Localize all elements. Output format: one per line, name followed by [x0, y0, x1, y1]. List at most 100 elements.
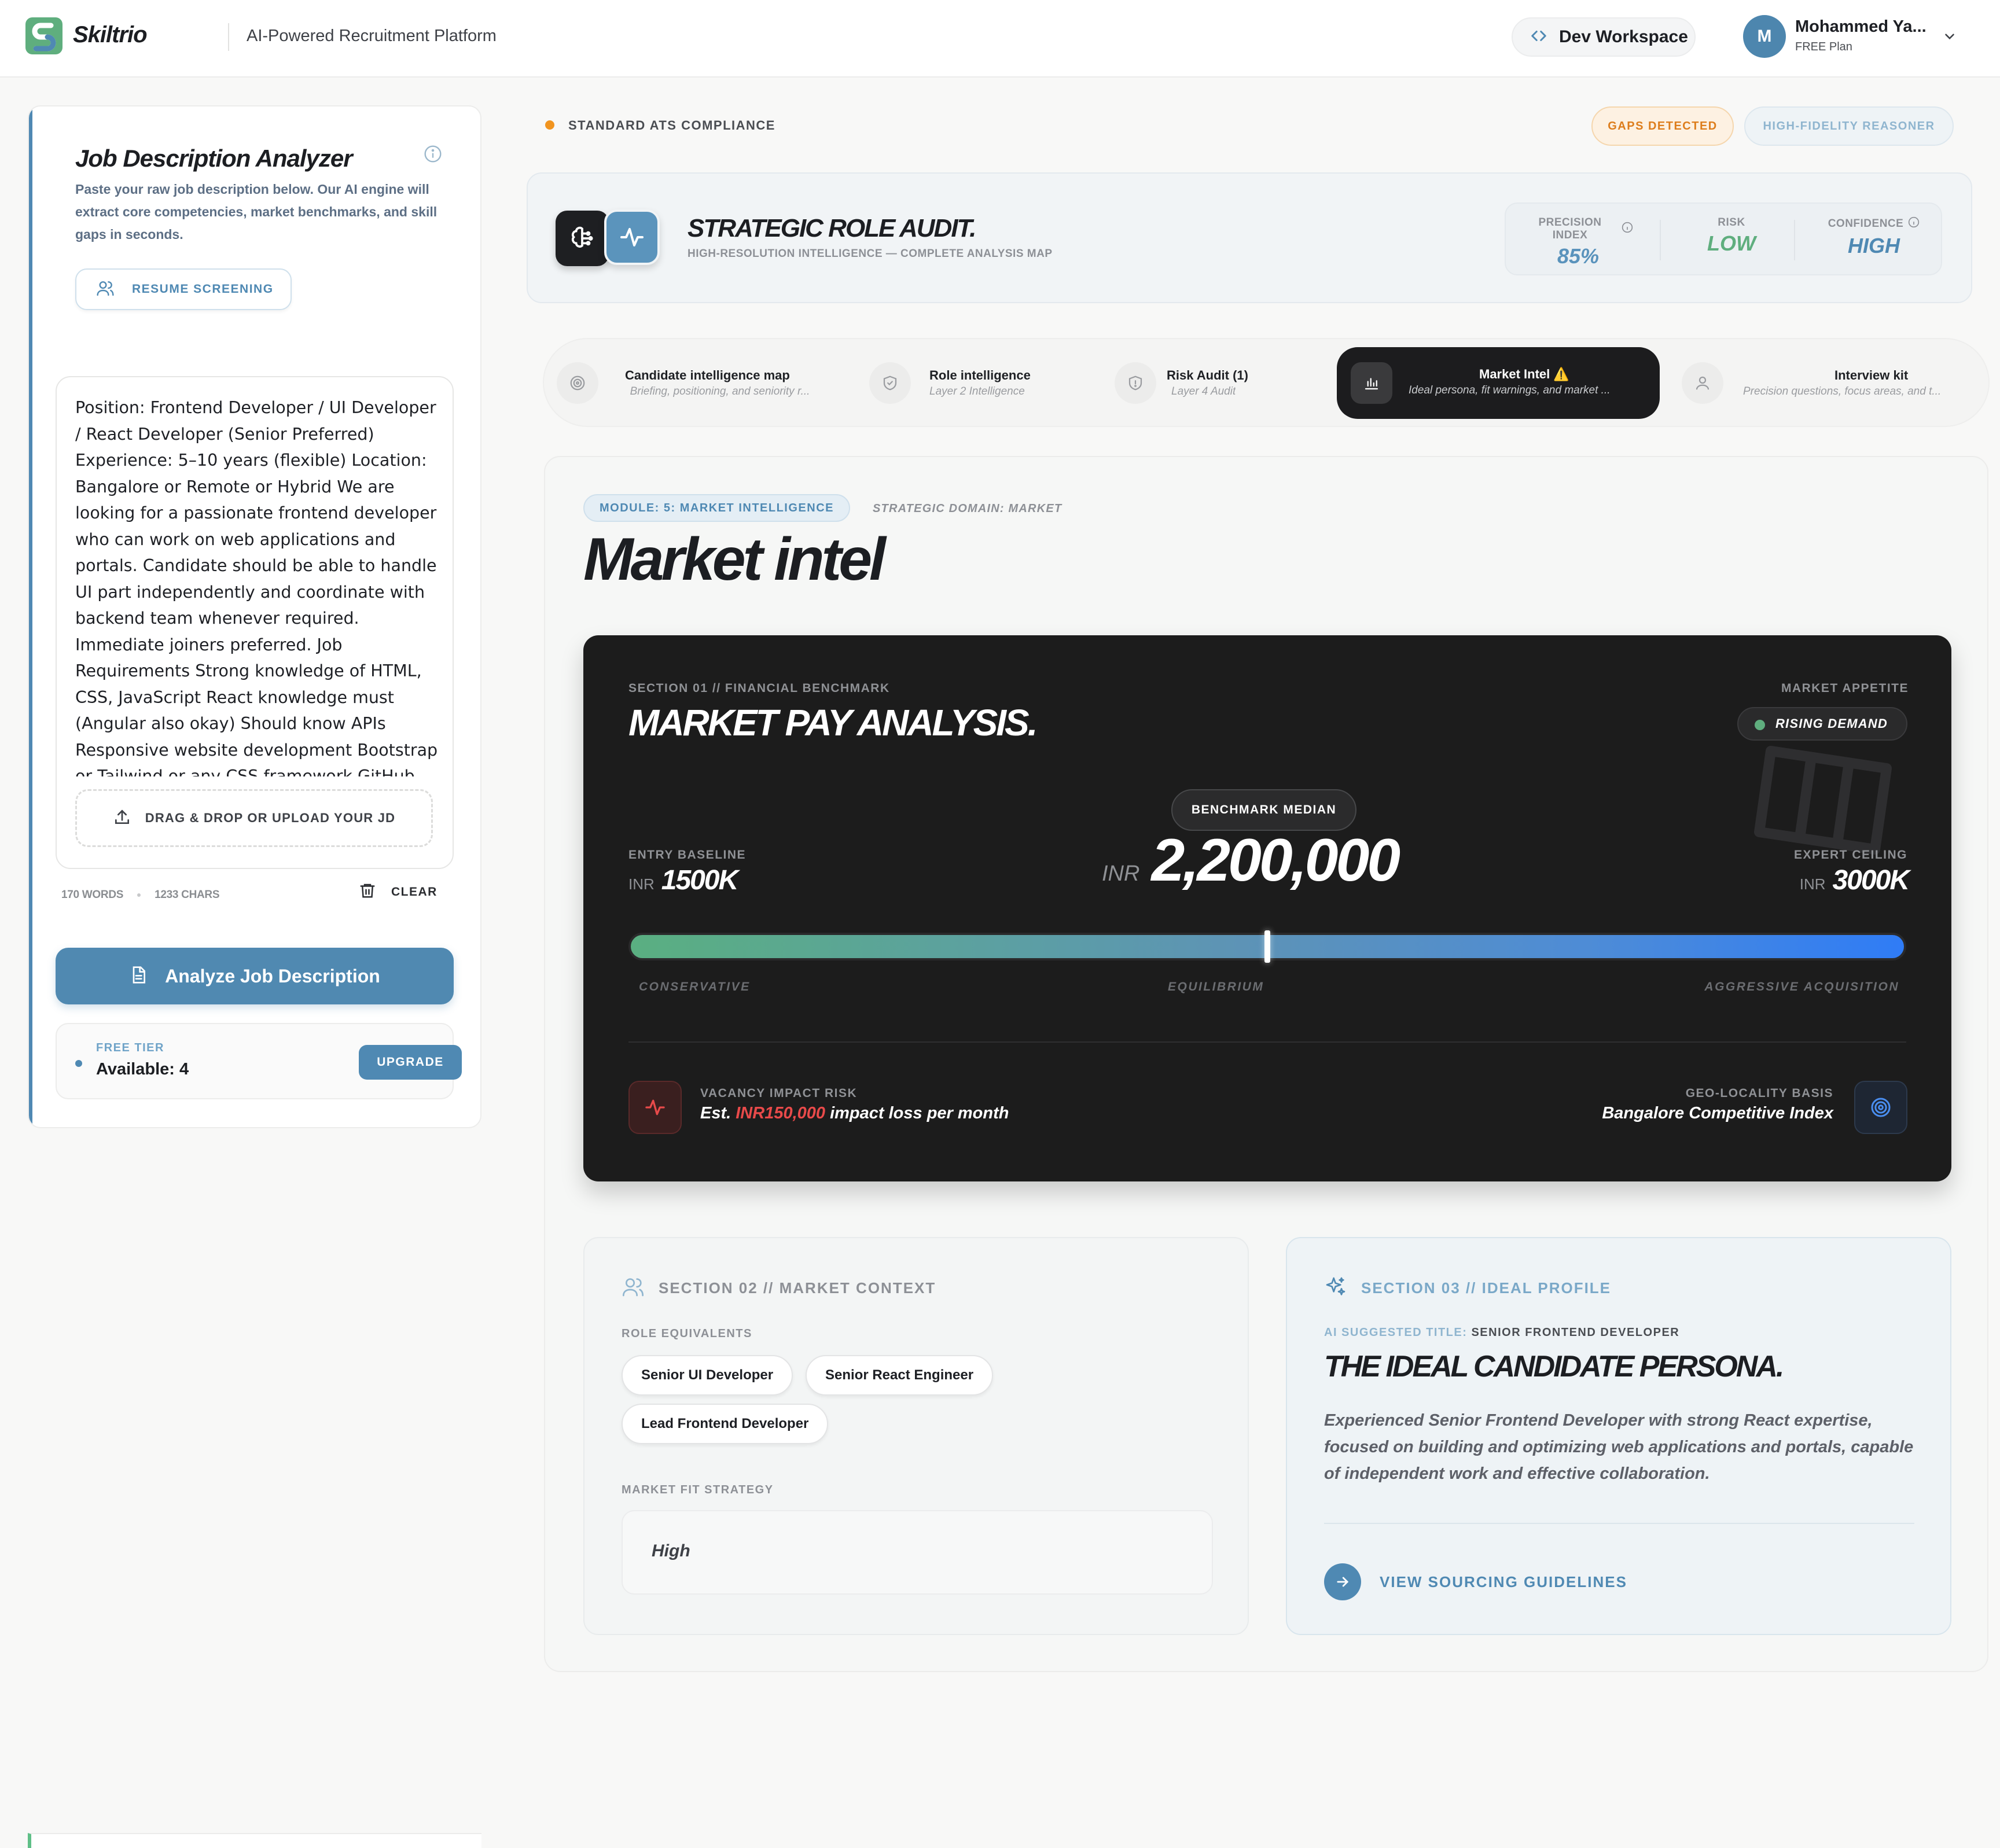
tab-role-intelligence[interactable]: Role intelligence Layer 2 Intelligence	[869, 347, 1078, 419]
market-pay-card: SECTION 01 // FINANCIAL BENCHMARK MARKET…	[583, 635, 1951, 1181]
info-icon[interactable]	[1908, 216, 1920, 231]
tab-interview-kit[interactable]: Interview kit Precision questions, focus…	[1678, 347, 1979, 419]
precision-label: PRECISION INDEX	[1538, 216, 1602, 241]
tab-subtitle: Layer 2 Intelligence	[929, 385, 1025, 397]
code-icon	[1530, 27, 1547, 47]
risk-value: LOW	[1707, 231, 1756, 255]
tier-label: FREE TIER	[96, 1041, 164, 1054]
brand-tagline: AI-Powered Recruitment Platform	[247, 27, 497, 45]
reasoner-badge: HIGH-FIDELITY REASONER	[1744, 106, 1954, 146]
median-marker	[1264, 930, 1270, 963]
tab-title: Role intelligence	[929, 368, 1031, 382]
analyzer-description: Paste your raw job description below. Ou…	[75, 182, 438, 242]
geo-value: Bangalore Competitive Index	[1602, 1104, 1833, 1122]
market-context-heading: SECTION 02 // MARKET CONTEXT	[622, 1275, 936, 1301]
geo-label: GEO-LOCALITY BASIS	[1685, 1087, 1833, 1100]
resume-screening-button[interactable]: RESUME SCREENING	[75, 268, 292, 310]
appetite-label: MARKET APPETITE	[1781, 682, 1909, 695]
jd-stats: 170 WORDS 1233 CHARS	[61, 889, 220, 901]
tier-status-dot	[75, 1060, 82, 1067]
currency-label: INR	[1102, 862, 1140, 886]
ideal-profile-card: SECTION 03 // IDEAL PROFILE AI SUGGESTED…	[1286, 1237, 1951, 1635]
scale-label-conservative: CONSERVATIVE	[639, 980, 751, 993]
module-tabs: Candidate intelligence map Briefing, pos…	[543, 338, 1990, 427]
tab-title: Risk Audit (1)	[1167, 368, 1248, 382]
scale-label-aggressive: AGGRESSIVE ACQUISITION	[1704, 980, 1899, 993]
resume-screening-label: RESUME SCREENING	[132, 282, 274, 296]
info-icon[interactable]	[1622, 222, 1633, 237]
fit-strategy-label: MARKET FIT STRATEGY	[622, 1483, 774, 1496]
arrow-right-icon	[1324, 1563, 1361, 1600]
jd-textarea[interactable]: Position: Frontend Developer / UI Develo…	[75, 395, 440, 776]
workspace-label: Dev Workspace	[1559, 27, 1688, 46]
median-value: 2,200,000	[1151, 827, 1400, 894]
section-heading: SECTION 03 // IDEAL PROFILE	[1361, 1279, 1612, 1297]
median-value-group: INR 2,200,000	[1102, 826, 1400, 895]
secondary-panel-stub	[28, 1833, 481, 1848]
workspace-button[interactable]: Dev Workspace	[1512, 17, 1696, 57]
upload-label: DRAG & DROP OR UPLOAD YOUR JD	[145, 811, 396, 825]
tab-subtitle: Precision questions, focus areas, and t.…	[1743, 385, 1942, 397]
role-chip[interactable]: Lead Frontend Developer	[622, 1404, 829, 1444]
currency-label: INR	[1799, 875, 1826, 893]
user-avatar[interactable]: M	[1743, 15, 1786, 58]
tab-subtitle: Ideal persona, fit warnings, and market …	[1409, 384, 1611, 396]
info-icon[interactable]	[424, 145, 442, 166]
compliance-status-dot	[545, 120, 554, 130]
audit-metrics: PRECISION INDEX 85% RISK LOW CONFIDENCE …	[1505, 203, 1942, 275]
shield-check-icon	[869, 362, 911, 404]
pay-title: MARKET PAY ANALYSIS.	[628, 702, 1038, 743]
fit-strategy-value: High	[652, 1541, 690, 1560]
domain-tag: STRATEGIC DOMAIN: MARKET	[873, 502, 1062, 515]
entry-label: ENTRY BASELINE	[628, 848, 747, 862]
word-count: 170 WORDS	[61, 889, 124, 901]
metric-divider	[1660, 220, 1661, 260]
pay-kicker: SECTION 01 // FINANCIAL BENCHMARK	[628, 682, 890, 695]
ceiling-label: EXPERT CEILING	[1793, 848, 1907, 862]
activity-icon	[628, 1081, 682, 1134]
users-icon	[622, 1275, 645, 1301]
vacancy-amount: INR150,000	[736, 1104, 826, 1122]
analyze-button[interactable]: Analyze Job Description	[56, 948, 454, 1004]
sourcing-label: VIEW SOURCING GUIDELINES	[1380, 1573, 1627, 1591]
metric-divider	[1794, 220, 1795, 260]
ai-suggested-title: AI SUGGESTED TITLE: SENIOR FRONTEND DEVE…	[1324, 1326, 1679, 1339]
clear-button[interactable]: CLEAR	[359, 882, 438, 902]
module-tag: MODULE: 5: MARKET INTELLIGENCE	[583, 494, 850, 522]
pulse-icon	[604, 209, 660, 265]
tab-title: Interview kit	[1834, 368, 1909, 382]
wallet-watermark-icon	[1748, 728, 1898, 864]
persona-title: THE IDEAL CANDIDATE PERSONA.	[1324, 1350, 1784, 1383]
upload-icon	[113, 808, 131, 829]
clear-label: CLEAR	[391, 885, 438, 899]
compliance-status: STANDARD ATS COMPLIANCE	[568, 118, 775, 132]
tab-candidate-intelligence[interactable]: Candidate intelligence map Briefing, pos…	[552, 347, 836, 419]
jd-textarea-container: Position: Frontend Developer / UI Develo…	[56, 376, 454, 869]
skiltrio-logo-icon[interactable]	[25, 17, 62, 54]
tab-title: Candidate intelligence map	[625, 368, 790, 382]
tab-risk-audit[interactable]: Risk Audit (1) Layer 4 Audit	[1115, 347, 1288, 419]
tab-subtitle: Layer 4 Audit	[1171, 385, 1236, 397]
profile-divider	[1324, 1523, 1914, 1524]
upload-dropzone[interactable]: DRAG & DROP OR UPLOAD YOUR JD	[75, 789, 433, 847]
role-audit-card: STRATEGIC ROLE AUDIT. HIGH-RESOLUTION IN…	[527, 172, 1972, 303]
brand-name[interactable]: Skiltrio	[73, 22, 148, 48]
ideal-profile-heading: SECTION 03 // IDEAL PROFILE	[1324, 1275, 1611, 1301]
sourcing-guidelines-link[interactable]: VIEW SOURCING GUIDELINES	[1324, 1563, 1627, 1600]
jd-analyzer-panel: Job Description Analyzer Paste your raw …	[28, 105, 481, 1128]
scale-label-equilibrium: EQUILIBRIUM	[1168, 980, 1264, 993]
role-chip[interactable]: Senior React Engineer	[806, 1355, 994, 1396]
user-name[interactable]: Mohammed Ya...	[1795, 17, 1927, 36]
tab-market-intel[interactable]: Market Intel ⚠️ Ideal persona, fit warni…	[1337, 347, 1660, 419]
chevron-down-icon[interactable]	[1942, 29, 1957, 47]
ai-title-value: SENIOR FRONTEND DEVELOPER	[1471, 1326, 1680, 1339]
bar-chart-icon	[1351, 362, 1392, 404]
role-chip[interactable]: Senior UI Developer	[622, 1355, 793, 1396]
tier-available: Available: 4	[96, 1060, 189, 1078]
upgrade-button[interactable]: UPGRADE	[359, 1045, 462, 1080]
audit-subtitle: HIGH-RESOLUTION INTELLIGENCE — COMPLETE …	[688, 248, 1053, 260]
confidence-value: HIGH	[1848, 234, 1900, 257]
risk-metric: RISK LOW	[1697, 216, 1766, 256]
fit-strategy-box: High	[622, 1510, 1213, 1595]
ceiling-value: 3000K	[1832, 865, 1910, 896]
